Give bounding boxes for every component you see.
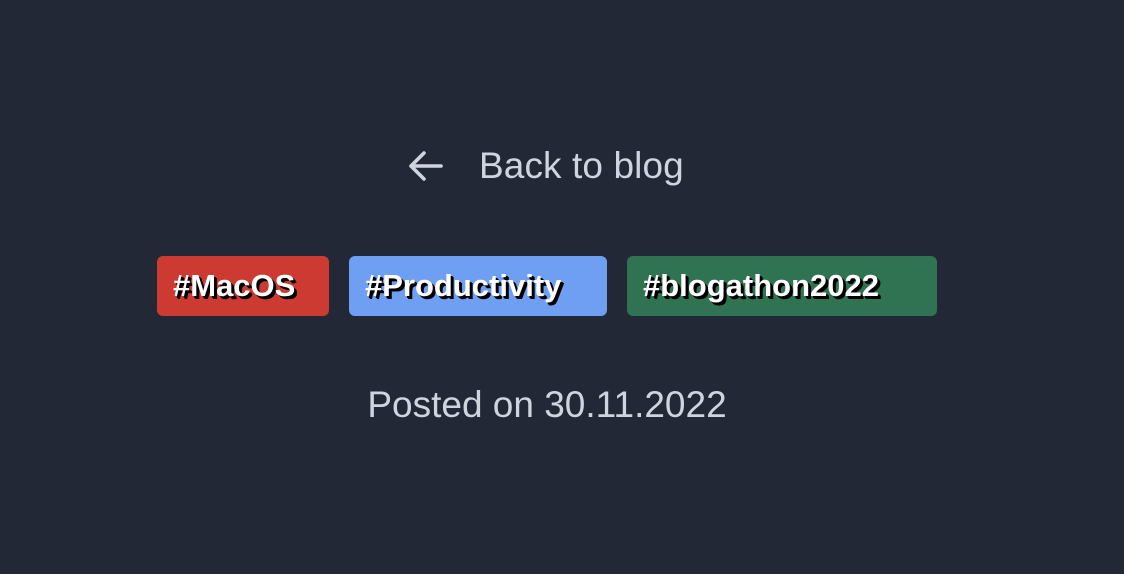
back-to-blog-link[interactable]: Back to blog	[405, 143, 684, 189]
post-header: Back to blog #MacOS #Productivity #bloga…	[0, 0, 1124, 574]
arrow-left-icon	[405, 145, 447, 187]
tag-productivity[interactable]: #Productivity	[349, 256, 607, 316]
tag-macos[interactable]: #MacOS	[157, 256, 329, 316]
tag-list: #MacOS #Productivity #blogathon2022	[157, 256, 937, 316]
posted-date: Posted on 30.11.2022	[367, 384, 727, 425]
tag-blogathon2022[interactable]: #blogathon2022	[627, 256, 937, 316]
back-to-blog-label: Back to blog	[479, 145, 684, 186]
